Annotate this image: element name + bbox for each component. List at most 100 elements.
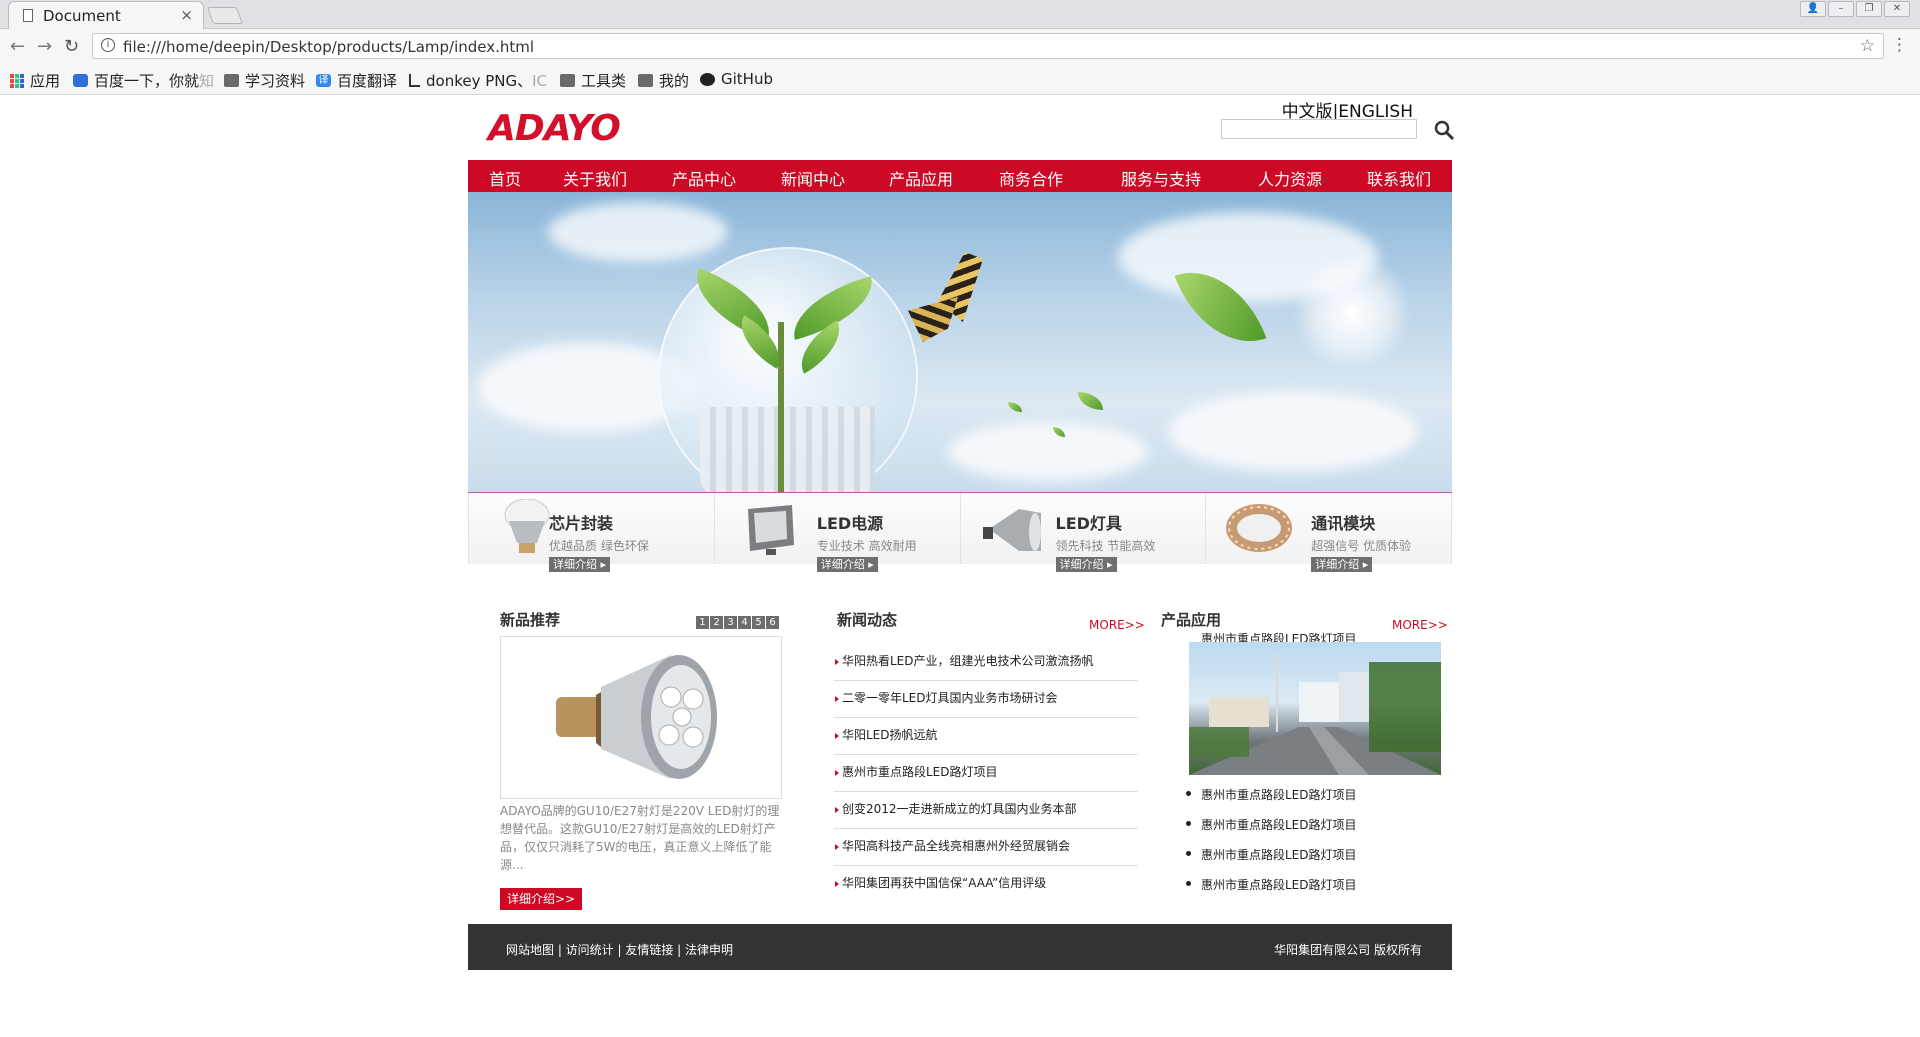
pager-page[interactable]: 2 — [710, 616, 723, 629]
browser-tab[interactable]: Document × — [8, 1, 204, 29]
application-item[interactable]: 惠州市重点路段LED路灯项目 — [1186, 876, 1357, 906]
bookmark-baidu[interactable]: 百度一下，你就知 — [73, 70, 214, 91]
application-item[interactable]: 惠州市重点路段LED路灯项目 — [1186, 816, 1357, 846]
footer-links[interactable]: 网站地图 | 访问统计 | 友情链接 | 法律申明 — [506, 941, 733, 958]
document-icon — [23, 9, 33, 22]
news-item[interactable]: 华阳高科技产品全线亮相惠州外经贸展销会 — [834, 829, 1138, 866]
nav-cooperation[interactable]: 商务合作 — [999, 166, 1063, 190]
application-photo[interactable] — [1189, 642, 1441, 775]
category-desc: 领先科技 节能高效 — [1055, 539, 1156, 553]
led-spotlight-product-image — [556, 655, 717, 779]
news-item[interactable]: 华阳LED扬帆远航 — [834, 718, 1138, 755]
application-item[interactable]: 惠州市重点路段LED路灯项目 — [1186, 786, 1357, 816]
bookmark-mine[interactable]: 我的 — [638, 70, 689, 91]
category-led-lamp[interactable]: LED灯具 领先科技 节能高效 详细介绍 ▸ — [959, 493, 1206, 572]
apps-icon — [10, 74, 24, 88]
adayo-logo[interactable]: ADAYO — [488, 108, 621, 149]
github-icon — [700, 72, 715, 86]
led-floodlight-icon — [747, 505, 794, 555]
folder-icon — [224, 74, 239, 87]
bookmark-fanyi[interactable]: 译 百度翻译 — [316, 70, 397, 91]
search-icon[interactable] — [1433, 119, 1455, 141]
category-desc: 超强信号 优质体验 — [1311, 539, 1412, 553]
category-detail-button[interactable]: 详细介绍 ▸ — [549, 557, 611, 572]
forward-icon[interactable]: → — [37, 36, 52, 57]
fanyi-icon: 译 — [316, 74, 331, 87]
bookmark-label: 百度翻译 — [337, 72, 398, 90]
pager-page[interactable]: 1 — [696, 616, 709, 629]
nav-about[interactable]: 关于我们 — [563, 166, 627, 190]
pager-page[interactable]: 6 — [766, 616, 779, 629]
category-detail-button[interactable]: 详细介绍 ▸ — [816, 557, 878, 572]
pager-page[interactable]: 3 — [724, 616, 737, 629]
application-list: 惠州市重点路段LED路灯项目 惠州市重点路段LED路灯项目 惠州市重点路段LED… — [1186, 786, 1357, 906]
bulb-base — [700, 407, 875, 492]
maximize-button[interactable]: ❐ — [1856, 1, 1882, 17]
category-strip: 芯片封装 优越品质 绿色环保 详细介绍 ▸ LED电源 专业技术 高效耐用 详细… — [468, 492, 1452, 572]
new-tab-button[interactable] — [206, 7, 244, 24]
url-text[interactable]: file:///home/deepin/Desktop/products/Lam… — [123, 38, 534, 56]
bookmark-study[interactable]: 学习资料 — [224, 70, 305, 91]
category-detail-button[interactable]: 详细介绍 ▸ — [1311, 557, 1373, 572]
category-name: LED电源 — [816, 514, 884, 533]
folder-icon — [638, 74, 653, 87]
folder-icon — [560, 74, 575, 87]
nav-products[interactable]: 产品中心 — [672, 166, 736, 190]
window-controls: 👤 – ❐ ✕ — [1800, 1, 1910, 19]
pager-page[interactable]: 5 — [752, 616, 765, 629]
product-pager: 1 2 3 4 5 6 — [696, 616, 779, 629]
back-icon[interactable]: ← — [10, 36, 25, 57]
category-name: 通讯模块 — [1311, 514, 1376, 533]
bookmark-star-icon[interactable]: ☆ — [1860, 36, 1875, 56]
news-item[interactable]: 二零一零年LED灯具国内业务市场研讨会 — [834, 681, 1138, 718]
tab-close-icon[interactable]: × — [180, 6, 193, 24]
info-icon[interactable]: i — [101, 38, 115, 52]
nav-news[interactable]: 新闻中心 — [781, 166, 845, 190]
street-scene-image — [1189, 652, 1441, 775]
pager-page[interactable]: 4 — [738, 616, 751, 629]
address-bar[interactable]: i file:///home/deepin/Desktop/products/L… — [92, 33, 1884, 59]
bookmarks-bar: 应用 百度一下，你就知 学习资料 译 百度翻译 donkey PNG、IC 工具… — [0, 65, 1920, 95]
news-item[interactable]: 惠州市重点路段LED路灯项目 — [834, 755, 1138, 792]
floating-leaf — [1078, 392, 1103, 410]
site-footer: 网站地图 | 访问统计 | 友情链接 | 法律申明 华阳集团有限公司 版权所有 — [468, 924, 1452, 970]
category-chip-packaging[interactable]: 芯片封装 优越品质 绿色环保 详细介绍 ▸ — [468, 493, 714, 572]
nav-service[interactable]: 服务与支持 — [1121, 166, 1201, 190]
news-item[interactable]: 创变2012一走进新成立的灯具国内业务本部 — [834, 792, 1138, 829]
news-list: 华阳热看LED产业，组建光电技术公司激流扬帆 二零一零年LED灯具国内业务市场研… — [834, 644, 1138, 903]
bookmark-label: 百度一下，你就 — [94, 72, 200, 90]
news-more-link[interactable]: MORE>> — [1089, 618, 1145, 632]
category-desc: 专业技术 高效耐用 — [816, 539, 917, 553]
bookmark-apps[interactable]: 应用 — [10, 70, 60, 91]
minimize-button[interactable]: – — [1828, 1, 1854, 17]
reload-icon[interactable]: ↻ — [64, 36, 79, 57]
nav-applications[interactable]: 产品应用 — [889, 166, 953, 190]
led-strip-icon — [1226, 504, 1293, 552]
close-window-button[interactable]: ✕ — [1884, 1, 1910, 17]
news-item[interactable]: 华阳集团再获中国信保“AAA”信用评级 — [834, 866, 1138, 903]
application-item[interactable]: 惠州市重点路段LED路灯项目 — [1186, 846, 1357, 876]
category-comm-module[interactable]: 通讯模块 超强信号 优质体验 详细介绍 ▸ — [1205, 493, 1452, 572]
bookmark-github[interactable]: GitHub — [700, 70, 773, 88]
browser-tab-strip: Document × 👤 – ❐ ✕ — [0, 0, 1920, 29]
applications-more-link[interactable]: MORE>> — [1392, 618, 1448, 632]
bookmark-donkey[interactable]: donkey PNG、IC — [409, 70, 547, 91]
news-item[interactable]: 华阳热看LED产业，组建光电技术公司激流扬帆 — [834, 644, 1138, 681]
category-name: 芯片封装 — [549, 514, 614, 533]
nav-home[interactable]: 首页 — [489, 166, 521, 190]
bookmark-label-fade: IC — [532, 72, 548, 90]
search-input[interactable] — [1221, 119, 1417, 139]
profile-icon[interactable]: 👤 — [1800, 1, 1826, 17]
product-image[interactable] — [500, 636, 782, 799]
applications-title: 产品应用 — [1161, 611, 1222, 629]
sun-glow — [1292, 252, 1412, 372]
nav-contact[interactable]: 联系我们 — [1367, 166, 1431, 190]
bookmark-label: donkey PNG、 — [426, 72, 533, 90]
browser-menu-icon[interactable]: ⋮ — [1891, 35, 1908, 55]
category-detail-button[interactable]: 详细介绍 ▸ — [1055, 557, 1117, 572]
product-detail-button[interactable]: 详细介绍>> — [500, 888, 582, 910]
category-led-power[interactable]: LED电源 专业技术 高效耐用 详细介绍 ▸ — [713, 493, 960, 572]
nav-hr[interactable]: 人力资源 — [1258, 166, 1322, 190]
bookmark-tools[interactable]: 工具类 — [560, 70, 626, 91]
bookmark-label: 我的 — [659, 72, 690, 90]
